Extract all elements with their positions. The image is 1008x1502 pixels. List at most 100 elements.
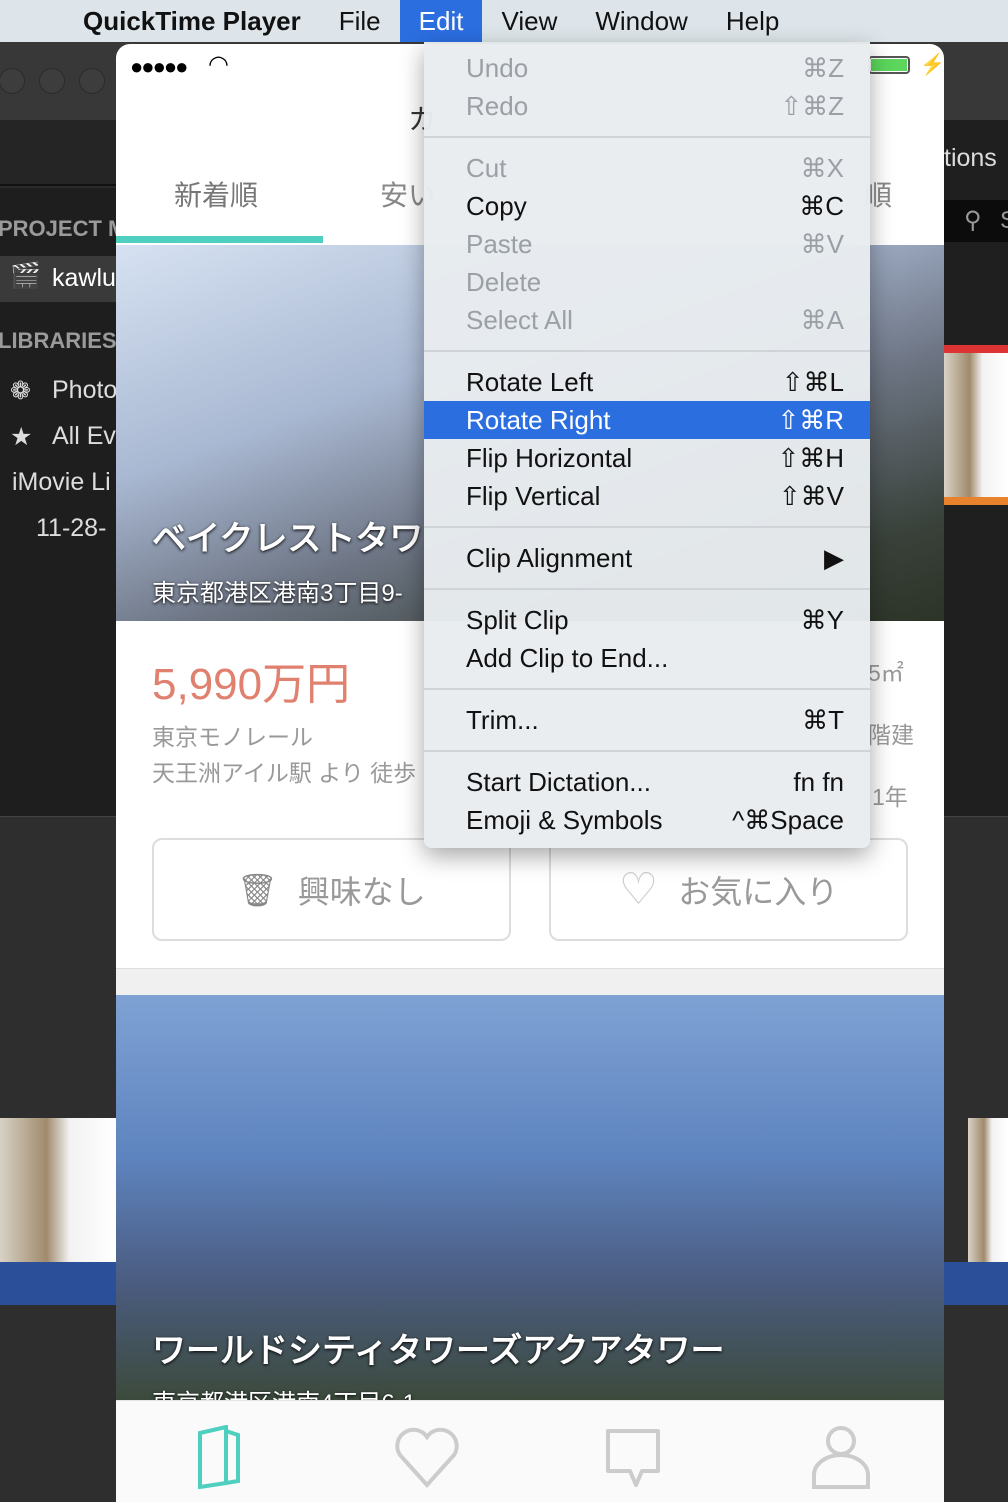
imovie-sidebar: PROJECT M 🎬 kawlu LIBRARIES ❁ Photo ★ Al… xyxy=(0,188,126,816)
chat-icon[interactable] xyxy=(598,1425,668,1489)
menu-item-shortcut: ⇧⌘R xyxy=(777,404,844,435)
menu-item-clip-alignment[interactable]: Clip Alignment ▶ xyxy=(424,539,870,577)
trash-icon: 🗑 xyxy=(237,871,278,908)
menu-item-label: Redo xyxy=(466,90,529,121)
sidebar-item-event[interactable]: 11-28- xyxy=(36,514,106,543)
heart-icon[interactable] xyxy=(392,1425,462,1489)
menu-item-flip-vertical[interactable]: Flip Vertical ⇧⌘V xyxy=(424,477,870,515)
charging-icon: ⚡ xyxy=(920,54,944,76)
minimize-button[interactable] xyxy=(39,68,65,94)
menu-item-paste[interactable]: Paste ⌘V xyxy=(424,225,870,263)
menu-item-label: Flip Vertical xyxy=(466,480,601,511)
menu-item-shortcut: ⌘A xyxy=(800,304,844,335)
menu-item-label: Delete xyxy=(466,266,542,297)
menu-item-label: Cut xyxy=(466,152,507,183)
sidebar-item-project[interactable]: kawlu xyxy=(52,264,116,293)
sidebar-item-all-events[interactable]: All Ev xyxy=(52,422,116,451)
menu-item-delete[interactable]: Delete xyxy=(424,263,870,301)
battery-icon xyxy=(868,56,910,74)
wifi-icon: ◠ xyxy=(208,51,229,78)
menu-item-flip-horizontal[interactable]: Flip Horizontal ⇧⌘H xyxy=(424,439,870,477)
menu-item-redo[interactable]: Redo ⇧⌘Z xyxy=(424,87,870,125)
menu-item-label: Clip Alignment xyxy=(466,542,633,573)
tab-newest[interactable]: 新着順 xyxy=(174,174,258,214)
menu-separator xyxy=(424,677,870,701)
menu-item-add-clip-to-end[interactable]: Add Clip to End... xyxy=(424,639,870,677)
apple-menu-icon[interactable] xyxy=(14,6,44,36)
tab-indicator xyxy=(116,236,323,243)
listing-title: ワールドシティタワーズアクアタワー xyxy=(152,1332,725,1370)
browser-title: tions xyxy=(944,144,997,172)
menu-separator xyxy=(424,739,870,763)
menu-item-label: Rotate Right xyxy=(466,404,611,435)
search-field[interactable]: ⚲ S xyxy=(944,200,1008,242)
menu-window[interactable]: Window xyxy=(576,0,706,42)
menu-item-label: Undo xyxy=(466,52,529,83)
listing-area: 5㎡ xyxy=(868,660,904,686)
timeline-clip[interactable] xyxy=(968,1118,1008,1262)
menu-item-shortcut: ⌘T xyxy=(802,704,844,735)
menu-item-rotate-right[interactable]: Rotate Right ⇧⌘R xyxy=(424,401,870,439)
zoom-button[interactable] xyxy=(79,68,105,94)
door-icon[interactable] xyxy=(186,1425,256,1489)
not-interested-button[interactable]: 🗑 興味なし xyxy=(152,838,511,941)
menu-help[interactable]: Help xyxy=(707,0,798,42)
menu-edit[interactable]: Edit xyxy=(399,0,483,42)
menu-item-label: Select All xyxy=(466,304,573,335)
menu-item-shortcut: ⌘Y xyxy=(800,604,844,635)
edit-menu-dropdown: Undo ⌘Z Redo ⇧⌘Z Cut ⌘X Copy ⌘C Paste ⌘V Delete Sel… xyxy=(424,42,870,848)
clip-thumbnail[interactable] xyxy=(944,345,1008,505)
timeline-clip[interactable] xyxy=(0,1118,116,1262)
menu-item-emoji-symbols[interactable]: Emoji & Symbols ^⌘Space xyxy=(424,801,870,839)
star-icon: ★ xyxy=(10,423,33,451)
menu-separator xyxy=(424,339,870,363)
clapper-icon: 🎬 xyxy=(10,262,42,290)
menu-item-shortcut: ⌘Z xyxy=(802,52,844,83)
menu-file[interactable]: File xyxy=(320,0,400,42)
sidebar-item-photos[interactable]: Photo xyxy=(52,376,117,405)
signal-icon: ●●●●● xyxy=(130,54,188,79)
heart-icon: ♡ xyxy=(618,865,659,914)
listing-address: 東京都港区港南3丁目9- xyxy=(152,580,403,607)
menu-item-shortcut: ⇧⌘H xyxy=(777,442,844,473)
menu-item-rotate-left[interactable]: Rotate Left ⇧⌘L xyxy=(424,363,870,401)
menu-item-label: Flip Horizontal xyxy=(466,442,633,473)
menu-item-shortcut: ⇧⌘V xyxy=(778,480,844,511)
menu-item-shortcut: ^⌘Space xyxy=(732,804,844,835)
menu-item-shortcut: ⌘V xyxy=(800,228,844,259)
close-button[interactable] xyxy=(0,68,25,94)
menu-item-undo[interactable]: Undo ⌘Z xyxy=(424,49,870,87)
menu-item-label: Rotate Left xyxy=(466,366,594,397)
sidebar-item-library[interactable]: iMovie Li xyxy=(12,468,111,497)
menu-item-copy[interactable]: Copy ⌘C xyxy=(424,187,870,225)
menu-item-shortcut: ⇧⌘Z xyxy=(780,90,844,121)
menu-bar: QuickTime Player File Edit View Window H… xyxy=(0,0,1008,42)
menu-item-shortcut: ▶ xyxy=(824,542,844,573)
search-icon: ⚲ xyxy=(964,207,982,234)
listing-price: 5,990万円 xyxy=(152,660,351,709)
menu-item-cut[interactable]: Cut ⌘X xyxy=(424,149,870,187)
tab-bar xyxy=(116,1400,944,1502)
sidebar-libraries-header: LIBRARIES xyxy=(0,328,117,353)
divider xyxy=(116,968,944,995)
listing-station: 天王洲アイル駅 より 徒歩 xyxy=(152,760,417,786)
menu-item-select-all[interactable]: Select All ⌘A xyxy=(424,301,870,339)
photos-icon: ❁ xyxy=(10,377,31,405)
menu-item-label: Split Clip xyxy=(466,604,569,635)
listing-floors: 階建 xyxy=(868,722,914,748)
menu-separator xyxy=(424,577,870,601)
favorite-button[interactable]: ♡ お気に入り xyxy=(549,838,908,941)
menu-app-name[interactable]: QuickTime Player xyxy=(64,0,320,42)
menu-item-shortcut: ⌘X xyxy=(800,152,844,183)
menu-item-label: Trim... xyxy=(466,704,539,735)
listing-line: 東京モノレール xyxy=(152,724,313,750)
menu-separator xyxy=(424,515,870,539)
listing-photo[interactable]: ワールドシティタワーズアクアタワー 東京都港区港南4丁目6-1 xyxy=(116,995,944,1417)
user-icon[interactable] xyxy=(806,1425,876,1489)
menu-view[interactable]: View xyxy=(482,0,576,42)
menu-item-shortcut: fn fn xyxy=(793,766,844,797)
menu-item-trim[interactable]: Trim... ⌘T xyxy=(424,701,870,739)
listing-title: ベイクレストタワ xyxy=(152,520,424,558)
menu-item-split-clip[interactable]: Split Clip ⌘Y xyxy=(424,601,870,639)
menu-item-start-dictation[interactable]: Start Dictation... fn fn xyxy=(424,763,870,801)
